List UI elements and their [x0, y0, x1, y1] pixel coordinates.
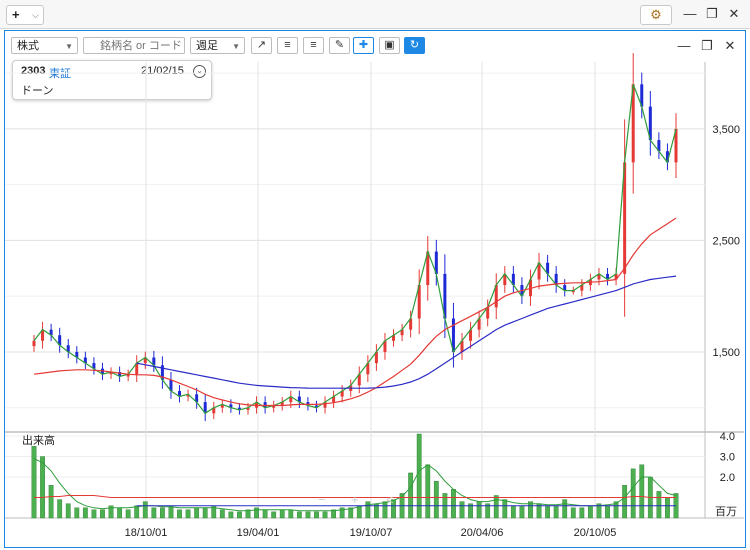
stock-market: 東証 — [49, 68, 71, 80]
add-chart-button[interactable]: + ⌵ — [6, 5, 44, 25]
search-input[interactable] — [83, 37, 185, 54]
align-right-icon[interactable]: ≡ — [303, 37, 324, 54]
chevron-down-icon: ⌵ — [32, 10, 39, 20]
stock-date: 21/02/15 — [141, 65, 184, 77]
chevron-down-icon: ▼ — [65, 42, 73, 51]
restore-icon[interactable]: ❐ — [700, 39, 714, 53]
minimize-icon[interactable]: — — [677, 39, 691, 53]
asset-type-select[interactable]: 株式 ▼ — [11, 37, 78, 54]
stock-name: ドーン — [21, 85, 54, 97]
crosshair-icon[interactable]: ✚ — [353, 37, 374, 54]
plus-icon: + — [12, 7, 20, 22]
chart-toolbar: 株式 ▼ ⚲ 週足 ▼ ↗ ≡ ≡ ✎ ✚ ▣ ↻ — ❐ ✕ — [5, 31, 745, 59]
chart-frame: 株式 ▼ ⚲ 週足 ▼ ↗ ≡ ≡ ✎ ✚ ▣ ↻ — ❐ ✕ 2303 東証 … — [4, 30, 746, 548]
interval-select[interactable]: 週足 ▼ — [190, 37, 245, 54]
align-left-icon[interactable]: ≡ — [277, 37, 298, 54]
minimize-icon[interactable]: — — [682, 6, 698, 22]
stock-code: 2303 — [21, 65, 46, 77]
refresh-icon[interactable]: ↻ — [404, 37, 425, 54]
asset-type-value: 株式 — [17, 40, 39, 52]
stock-info-panel: 2303 東証 21/02/15 ⌄ ドーン — [12, 60, 212, 100]
chevron-down-icon[interactable]: ⌄ — [193, 65, 206, 78]
close-icon[interactable]: ✕ — [726, 6, 742, 22]
restore-icon[interactable]: ❐ — [704, 6, 720, 22]
window-topbar: + ⌵ ⚙ — ❐ ✕ — [0, 0, 750, 29]
pencil-icon[interactable]: ✎ — [329, 37, 350, 54]
interval-value: 週足 — [196, 40, 218, 52]
trendline-icon[interactable]: ↗ — [251, 37, 272, 54]
camera-icon[interactable]: ▣ — [379, 37, 400, 54]
close-icon[interactable]: ✕ — [723, 39, 737, 53]
gear-icon[interactable]: ⚙ — [640, 5, 672, 25]
chevron-down-icon: ▼ — [232, 42, 240, 51]
